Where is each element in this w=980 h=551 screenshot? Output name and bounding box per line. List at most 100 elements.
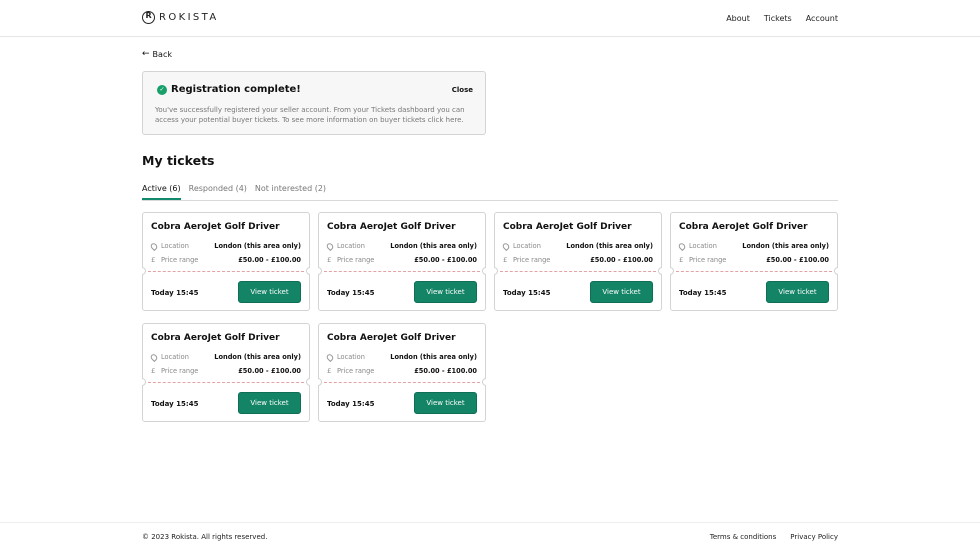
ticket-time: Today 15:45: [151, 400, 199, 408]
perforation-divider: [495, 271, 661, 272]
back-label: Back: [152, 49, 172, 59]
terms-link[interactable]: Terms & conditions: [710, 533, 777, 541]
ticket-title: Cobra AeroJet Golf Driver: [503, 222, 632, 232]
ticket-notch-left: [494, 267, 498, 275]
nav-about[interactable]: About: [726, 14, 750, 23]
ticket-card: Cobra AeroJet Golf Driver Location London …: [670, 212, 838, 311]
perforation-divider: [143, 271, 309, 272]
ticket-title: Cobra AeroJet Golf Driver: [679, 222, 808, 232]
location-label-text: Location: [337, 353, 365, 361]
price-label-text: Price range: [161, 256, 199, 264]
location-value: London (this area only): [742, 242, 829, 250]
map-pin-icon: [325, 352, 335, 362]
location-label-text: Location: [161, 353, 189, 361]
location-row: Location London (this area only): [149, 241, 301, 251]
price-row: £ Price range £50.00 - £100.00: [327, 367, 477, 375]
nav-account[interactable]: Account: [806, 14, 838, 23]
ticket-title: Cobra AeroJet Golf Driver: [151, 333, 280, 343]
tab-active[interactable]: Active (6): [142, 184, 181, 200]
price-value: £50.00 - £100.00: [414, 367, 477, 375]
map-pin-icon: [149, 241, 159, 251]
logo-text: ROKISTA: [159, 12, 219, 23]
ticket-title: Cobra AeroJet Golf Driver: [327, 222, 456, 232]
price-label-text: Price range: [161, 367, 199, 375]
perforation-divider: [319, 271, 485, 272]
location-label: Location: [677, 241, 717, 251]
price-label: £ Price range: [679, 256, 726, 264]
logo-icon: [142, 11, 155, 24]
price-value: £50.00 - £100.00: [414, 256, 477, 264]
view-ticket-button[interactable]: View ticket: [238, 392, 301, 414]
footer-links: Terms & conditions Privacy Policy: [710, 533, 838, 541]
perforation-divider: [143, 382, 309, 383]
page-title: My tickets: [142, 153, 215, 168]
price-row: £ Price range £50.00 - £100.00: [679, 256, 829, 264]
privacy-link[interactable]: Privacy Policy: [790, 533, 838, 541]
location-row: Location London (this area only): [677, 241, 829, 251]
location-value: London (this area only): [390, 242, 477, 250]
site-header: ROKISTA About Tickets Account: [0, 0, 980, 37]
nav-tickets[interactable]: Tickets: [764, 14, 792, 23]
ticket-card: Cobra AeroJet Golf Driver Location London …: [318, 323, 486, 422]
pound-icon: £: [151, 367, 156, 375]
ticket-title: Cobra AeroJet Golf Driver: [151, 222, 280, 232]
tab-not-interested[interactable]: Not interested (2): [255, 184, 326, 200]
price-row: £ Price range £50.00 - £100.00: [151, 367, 301, 375]
ticket-tabs: Active (6) Responded (4) Not interested …: [142, 184, 838, 201]
ticket-time: Today 15:45: [327, 289, 375, 297]
pound-icon: £: [151, 256, 156, 264]
perforation-divider: [671, 271, 837, 272]
price-value: £50.00 - £100.00: [590, 256, 653, 264]
price-value: £50.00 - £100.00: [238, 256, 301, 264]
ticket-card: Cobra AeroJet Golf Driver Location London …: [142, 323, 310, 422]
ticket-notch-left: [670, 267, 674, 275]
view-ticket-button[interactable]: View ticket: [414, 281, 477, 303]
site-footer: © 2023 Rokista. All rights reserved. Ter…: [0, 522, 980, 551]
price-label: £ Price range: [151, 256, 198, 264]
ticket-notch-left: [318, 378, 322, 386]
price-value: £50.00 - £100.00: [766, 256, 829, 264]
ticket-card: Cobra AeroJet Golf Driver Location London …: [142, 212, 310, 311]
price-label: £ Price range: [503, 256, 550, 264]
location-row: Location London (this area only): [501, 241, 653, 251]
alert-close-button[interactable]: Close: [452, 86, 473, 94]
price-label: £ Price range: [327, 367, 374, 375]
alert-title: Registration complete!: [171, 84, 301, 95]
ticket-notch-right: [658, 267, 662, 275]
map-pin-icon: [325, 241, 335, 251]
registration-alert: ✓ Registration complete! Close You've su…: [142, 71, 486, 135]
location-label-text: Location: [161, 242, 189, 250]
price-value: £50.00 - £100.00: [238, 367, 301, 375]
ticket-time: Today 15:45: [679, 289, 727, 297]
pound-icon: £: [679, 256, 684, 264]
view-ticket-button[interactable]: View ticket: [238, 281, 301, 303]
tab-responded[interactable]: Responded (4): [189, 184, 247, 200]
ticket-card: Cobra AeroJet Golf Driver Location London …: [318, 212, 486, 311]
ticket-notch-right: [306, 267, 310, 275]
price-label: £ Price range: [151, 367, 198, 375]
back-link[interactable]: ← Back: [142, 49, 172, 59]
location-label-text: Location: [337, 242, 365, 250]
location-label-text: Location: [513, 242, 541, 250]
alert-body: You've successfully registered your sell…: [155, 106, 465, 124]
copyright: © 2023 Rokista. All rights reserved.: [142, 533, 268, 541]
arrow-left-icon: ←: [142, 49, 150, 59]
ticket-notch-left: [142, 267, 146, 275]
location-label: Location: [501, 241, 541, 251]
map-pin-icon: [677, 241, 687, 251]
view-ticket-button[interactable]: View ticket: [414, 392, 477, 414]
map-pin-icon: [501, 241, 511, 251]
ticket-notch-right: [306, 378, 310, 386]
view-ticket-button[interactable]: View ticket: [766, 281, 829, 303]
price-label: £ Price range: [327, 256, 374, 264]
view-ticket-button[interactable]: View ticket: [590, 281, 653, 303]
ticket-time: Today 15:45: [151, 289, 199, 297]
pound-icon: £: [327, 256, 332, 264]
location-row: Location London (this area only): [149, 352, 301, 362]
logo[interactable]: ROKISTA: [142, 11, 219, 24]
ticket-title: Cobra AeroJet Golf Driver: [327, 333, 456, 343]
pound-icon: £: [327, 367, 332, 375]
price-label-text: Price range: [337, 367, 375, 375]
location-value: London (this area only): [214, 242, 301, 250]
location-label: Location: [149, 352, 189, 362]
